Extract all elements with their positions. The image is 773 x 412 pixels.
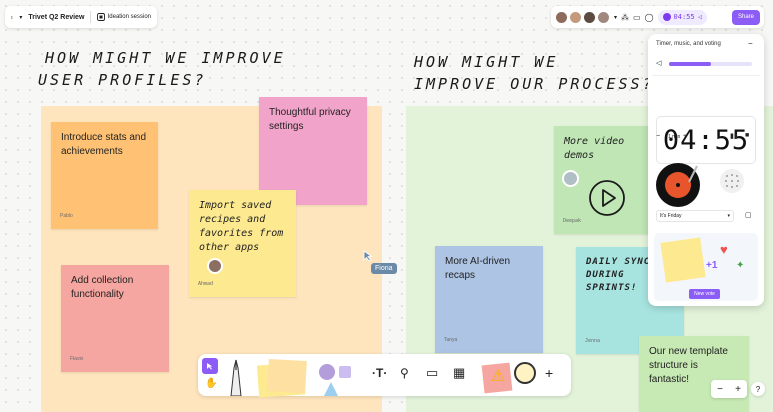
- sticky-author: Flavio: [70, 356, 84, 362]
- session-button[interactable]: Ideation session: [96, 13, 151, 21]
- plus-one-icon: +1: [706, 260, 718, 271]
- timer-pill[interactable]: 04:55 ◁: [657, 9, 707, 25]
- chevron-down-icon[interactable]: ▾: [19, 14, 22, 21]
- pen-icon[interactable]: [225, 358, 247, 396]
- volume-icon[interactable]: ◁: [656, 59, 661, 67]
- play-icon: [589, 180, 625, 216]
- warning-sticker-icon: ⚠: [491, 368, 506, 385]
- timer-music-voting-panel: Timer, music, and voting − ◁ 04:55 − 1 m…: [648, 34, 764, 306]
- sticky-note-tool-stack: [267, 359, 307, 393]
- emoji-sticker-icon[interactable]: [514, 362, 536, 384]
- sticky-note[interactable]: Import saved recipes and favorites from …: [189, 190, 296, 297]
- voting-illustration: [660, 237, 706, 283]
- minimize-icon[interactable]: −: [748, 39, 753, 48]
- volume-slider[interactable]: [669, 62, 752, 66]
- avatar[interactable]: [569, 10, 582, 24]
- sticky-note[interactable]: More video demos Deepak: [554, 126, 662, 234]
- panel-title: Timer, music, and voting: [656, 41, 721, 47]
- shape-tool-square[interactable]: [339, 366, 351, 378]
- hand-icon[interactable]: ✋: [205, 378, 217, 389]
- avatar: [207, 258, 223, 274]
- sticky-note[interactable]: Add collection functionality Flavio: [61, 265, 169, 372]
- more-tools-icon[interactable]: +: [545, 365, 553, 381]
- pause-icon[interactable]: ▮▮: [730, 132, 738, 140]
- avatar[interactable]: [597, 10, 610, 24]
- new-vote-button[interactable]: New vote: [689, 289, 720, 299]
- sticky-author: Tanya: [444, 337, 458, 343]
- sticky-text: Thoughtful privacy settings: [269, 107, 351, 132]
- sticky-text: More AI-driven recaps: [445, 256, 511, 281]
- document-bar: ▾ Trivet Q2 Review Ideation session: [5, 6, 157, 28]
- volume-icon: ◁: [697, 13, 702, 21]
- stop-icon[interactable]: ■: [745, 132, 749, 139]
- cursor-pointer-icon: [363, 250, 373, 262]
- decrease-time-icon[interactable]: −: [656, 133, 660, 140]
- heading-user-profiles: HOW MIGHT WE IMPROVE USER PROFILES?: [38, 49, 286, 89]
- sticky-note[interactable]: Introduce stats and achievements Pablo: [51, 122, 158, 229]
- timer-icon: [662, 13, 671, 21]
- thumbs-up-icon: ✦: [736, 260, 745, 271]
- sticky-author: Jenna: [585, 338, 601, 344]
- cursor-label: Fiona: [371, 263, 397, 274]
- comment-icon[interactable]: ▭: [633, 13, 641, 22]
- divider: [652, 75, 760, 76]
- zoom-out-button[interactable]: −: [717, 384, 723, 395]
- chevron-down-icon: ▾: [727, 213, 730, 219]
- section-tool-icon[interactable]: ▭: [426, 365, 438, 381]
- share-button[interactable]: Share: [731, 9, 760, 25]
- track-select[interactable]: It's Friday ▾: [656, 210, 734, 222]
- increase-time-icon[interactable]: +: [683, 133, 687, 140]
- heading-our-process: HOW MIGHT WE IMPROVE OUR PROCESS?: [414, 53, 655, 93]
- sticky-note[interactable]: More AI-driven recaps Tanya: [435, 246, 543, 353]
- cursor-icon: [207, 363, 213, 370]
- chevron-down-icon[interactable]: ▾: [614, 14, 617, 21]
- sidebar-toggle-icon[interactable]: [11, 13, 14, 22]
- sticky-note[interactable]: Thoughtful privacy settings: [259, 97, 367, 205]
- document-title[interactable]: Trivet Q2 Review: [28, 14, 84, 21]
- sticky-text: More video demos: [564, 136, 625, 161]
- sticky-text: Import saved recipes and favorites from …: [199, 200, 284, 253]
- avatar[interactable]: [555, 10, 568, 24]
- sticky-author: Pablo: [60, 213, 73, 219]
- zoom-in-button[interactable]: +: [735, 384, 741, 395]
- table-tool-icon[interactable]: ▦: [453, 365, 465, 381]
- shape-tool-triangle[interactable]: [324, 382, 338, 396]
- vinyl-record-icon[interactable]: [653, 160, 705, 210]
- speaker-icon: [720, 169, 744, 193]
- volume-slider-fill: [669, 62, 711, 66]
- session-label: Ideation session: [107, 14, 151, 20]
- select-tool[interactable]: [202, 358, 218, 374]
- track-name: It's Friday: [660, 213, 682, 219]
- shape-tool-circle[interactable]: [319, 364, 335, 380]
- help-button[interactable]: ?: [751, 382, 765, 396]
- sticky-author: Deepak: [563, 218, 582, 224]
- avatar: [562, 170, 579, 187]
- sticky-note[interactable]: Our new template structure is fantastic!: [639, 336, 749, 412]
- text-tool-icon[interactable]: ·T·: [372, 366, 387, 380]
- cursor-chat-icon[interactable]: ⁂: [621, 13, 629, 22]
- sticky-author: Ahmad: [198, 281, 214, 287]
- speech-bubble-icon[interactable]: ◯: [645, 13, 654, 22]
- stamp-tool-icon[interactable]: ⚲: [400, 366, 409, 380]
- avatar[interactable]: [583, 10, 596, 24]
- timer-readout: 04:55: [673, 13, 695, 21]
- next-track-icon[interactable]: ▢: [745, 211, 752, 219]
- timer-display: 04:55: [656, 116, 756, 164]
- collaboration-bar: ▾ ⁂ ▭ ◯ 04:55 ◁ Share: [551, 6, 764, 28]
- heart-icon: ♥: [720, 242, 728, 257]
- session-icon: [96, 13, 105, 21]
- zoom-controls: − +: [711, 380, 747, 398]
- sticky-text: Add collection functionality: [71, 275, 134, 300]
- creation-toolbar: ✋ ·T· ⚲ ▭ ▦ ⚠ +: [198, 354, 571, 398]
- sticky-text: Introduce stats and achievements: [61, 132, 147, 157]
- time-option[interactable]: 1 min: [668, 134, 680, 140]
